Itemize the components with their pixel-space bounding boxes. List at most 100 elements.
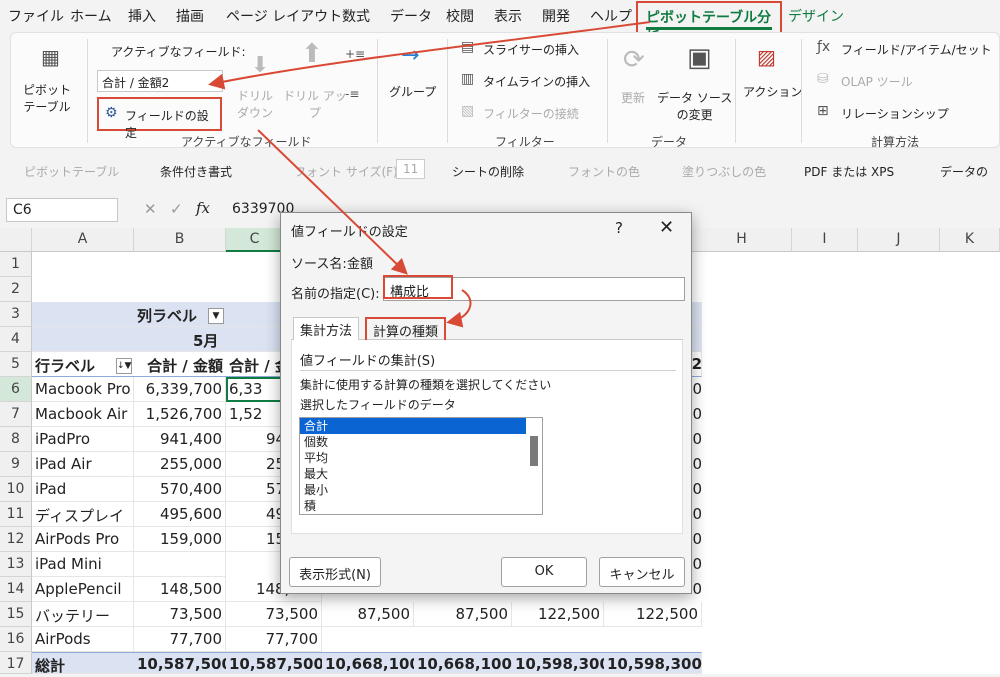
total-value-cell[interactable]: 10,598,300 [604, 652, 702, 677]
close-icon[interactable]: ✕ [659, 217, 674, 238]
data-clear-button[interactable]: データの [940, 163, 988, 180]
fx-icon[interactable]: fx [196, 199, 210, 217]
number-format-button[interactable]: 表示形式(N) [289, 557, 381, 587]
cancel-formula-icon[interactable]: ✕ [144, 200, 157, 218]
sum-header-cell[interactable]: 合計 / 金額 [134, 352, 226, 377]
row-header[interactable]: 13 [0, 552, 32, 577]
item-name-cell[interactable]: AirPods [32, 627, 134, 652]
row-header[interactable]: 14 [0, 577, 32, 602]
row-header[interactable]: 11 [0, 502, 32, 527]
value-cell[interactable]: 6,339,700 [134, 377, 226, 402]
menu-data[interactable]: データ [390, 6, 432, 26]
col-header[interactable]: K [940, 228, 1000, 252]
field-settings-button[interactable]: ⚙ フィールドの設定 [97, 97, 222, 140]
list-item[interactable]: 積 [300, 498, 542, 514]
menu-page-layout[interactable]: ページ レイアウト [226, 6, 342, 26]
col-header[interactable]: B [134, 228, 226, 252]
total-value-cell[interactable]: 10,668,100 [414, 652, 512, 677]
item-name-cell[interactable]: iPad Air [32, 452, 134, 477]
menu-home[interactable]: ホーム [70, 6, 112, 26]
drill-up-button[interactable]: ドリル アッ プ [283, 87, 347, 121]
menu-formulas[interactable]: 数式 [342, 6, 370, 26]
value-cell[interactable]: 122,500 [512, 602, 604, 627]
group-button[interactable]: グループ [389, 83, 436, 100]
total-value-cell[interactable]: 10,587,500 [134, 652, 226, 677]
value-cell[interactable]: 25 [226, 452, 284, 477]
row-header[interactable]: 10 [0, 477, 32, 502]
active-field-input[interactable]: 合計 / 金額2 [97, 70, 223, 92]
font-color-button[interactable]: フォントの色 [568, 163, 640, 180]
row-sort-dropdown-icon[interactable]: ↓▼ [116, 358, 132, 374]
value-cell[interactable]: 941,400 [134, 427, 226, 452]
value-cell[interactable]: 122,500 [604, 602, 702, 627]
value-cell[interactable]: 73,500 [134, 602, 226, 627]
value-cell[interactable]: 1,526,700 [134, 402, 226, 427]
menu-developer[interactable]: 開発 [542, 6, 570, 26]
col-header[interactable]: H [692, 228, 792, 252]
row-header[interactable]: 12 [0, 527, 32, 552]
list-item[interactable]: 最小 [300, 482, 542, 498]
row-header[interactable]: 5 [0, 352, 32, 377]
ok-button[interactable]: OK [501, 557, 587, 587]
total-value-cell[interactable]: 10,587,500 [226, 652, 322, 677]
action-button[interactable]: アクション [743, 83, 802, 100]
value-cell[interactable]: 570,400 [134, 477, 226, 502]
row-header[interactable]: 7 [0, 402, 32, 427]
value-cell[interactable]: 1,52 [226, 402, 284, 427]
item-name-cell[interactable]: Macbook Pro [32, 377, 134, 402]
conditional-format-button[interactable]: 条件付き書式 [160, 163, 232, 180]
menu-design[interactable]: デザイン [788, 6, 844, 26]
item-name-cell[interactable]: iPadPro [32, 427, 134, 452]
value-cell[interactable]: 94 [226, 427, 284, 452]
menu-draw[interactable]: 描画 [176, 6, 204, 26]
menu-help[interactable]: ヘルプ [590, 6, 632, 26]
item-name-cell[interactable]: iPad Mini [32, 552, 134, 577]
value-cell[interactable]: 87,500 [322, 602, 414, 627]
fill-color-button[interactable]: 塗りつぶしの色 [682, 163, 766, 180]
item-name-cell[interactable]: Macbook Air [32, 402, 134, 427]
value-cell[interactable] [134, 552, 226, 577]
value-cell[interactable]: 57 [226, 477, 284, 502]
item-name-cell[interactable]: バッテリー [32, 602, 134, 627]
fields-items-sets-button[interactable]: フィールド/アイテム/セット [841, 41, 992, 58]
list-item[interactable]: 最大 [300, 466, 542, 482]
list-item[interactable]: 合計 [300, 418, 526, 434]
drill-down-button[interactable]: ドリル ダウン [237, 87, 273, 121]
value-cell[interactable]: 87,500 [414, 602, 512, 627]
month-cell[interactable]: 5月 [190, 327, 230, 352]
select-all-corner[interactable] [0, 228, 32, 252]
row-header[interactable]: 6 [0, 377, 32, 402]
cancel-button[interactable]: キャンセル [599, 557, 685, 587]
row-header[interactable]: 1 [0, 252, 32, 277]
col-header[interactable]: J [858, 228, 940, 252]
value-cell[interactable]: 159,000 [134, 527, 226, 552]
menu-view[interactable]: 表示 [494, 6, 522, 26]
help-icon[interactable]: ? [615, 219, 623, 237]
col-header[interactable]: C [226, 228, 284, 252]
row-header[interactable]: 8 [0, 427, 32, 452]
row-header[interactable]: 16 [0, 627, 32, 652]
pivot-table-button[interactable]: ピボット テーブル [23, 81, 71, 115]
list-item[interactable]: 個数 [300, 434, 542, 450]
insert-timeline-button[interactable]: タイムラインの挿入 [483, 73, 590, 90]
row-label-cell[interactable]: 行ラベル [32, 352, 112, 377]
menu-review[interactable]: 校閲 [446, 6, 474, 26]
olap-tools-button[interactable]: OLAP ツール [841, 73, 913, 90]
value-cell[interactable]: 73,500 [226, 602, 322, 627]
list-scrollbar[interactable] [530, 436, 538, 466]
name-box[interactable]: C6 [6, 198, 118, 222]
total-label-cell[interactable]: 総計 [32, 652, 134, 677]
total-value-cell[interactable]: 10,598,300 [512, 652, 604, 677]
value-cell[interactable]: 148,500 [134, 577, 226, 602]
row-header[interactable]: 15 [0, 602, 32, 627]
row-header[interactable]: 9 [0, 452, 32, 477]
value-cell[interactable]: 15 [226, 527, 284, 552]
pivot-table-quick[interactable]: ピボットテーブル [24, 163, 119, 180]
value-cell[interactable]: 77,700 [226, 627, 322, 652]
font-size-input[interactable]: 11 [396, 159, 426, 179]
item-name-cell[interactable]: AirPods Pro [32, 527, 134, 552]
row-header[interactable]: 3 [0, 302, 32, 327]
refresh-button[interactable]: 更新 [621, 89, 645, 106]
tab-summarize[interactable]: 集計方法 [293, 317, 360, 340]
item-name-cell[interactable]: iPad [32, 477, 134, 502]
